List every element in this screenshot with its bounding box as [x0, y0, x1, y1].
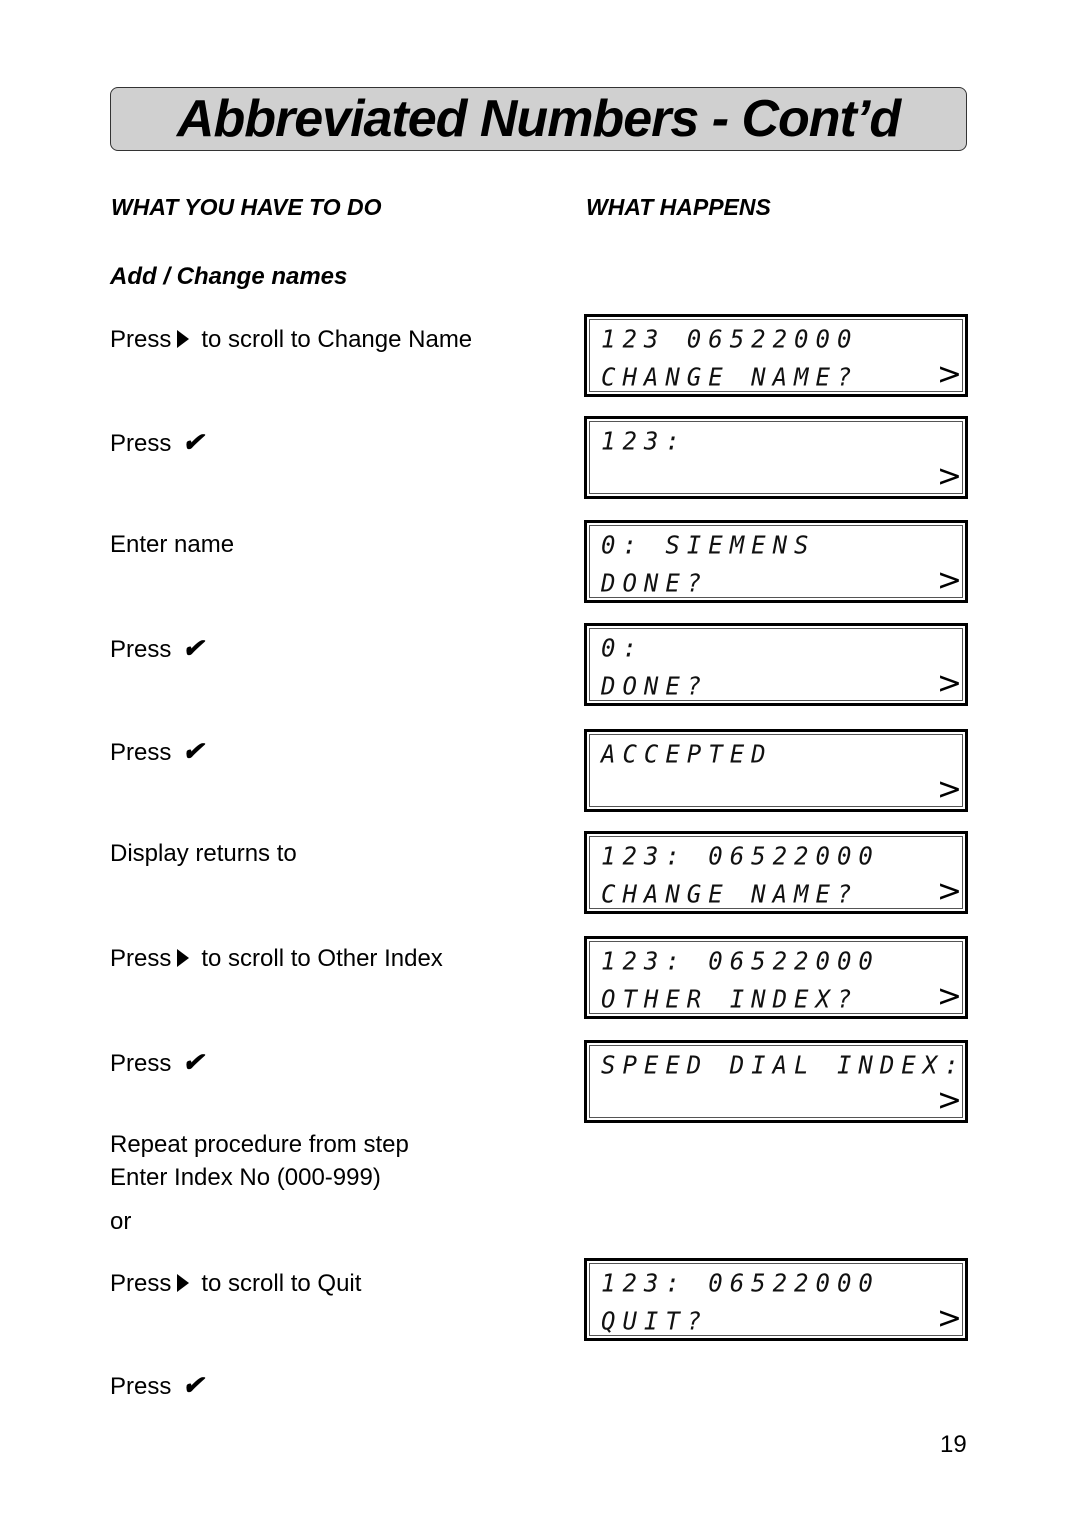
step-press-check: Press ✔ — [110, 1046, 204, 1080]
step-press-check: Press ✔ — [110, 735, 204, 769]
lcd-line-2: OTHER INDEX? — [601, 984, 859, 1014]
lcd-line-1: SPEED DIAL INDEX: — [601, 1050, 966, 1080]
lcd-line-1: 123: 06522000 — [601, 946, 880, 976]
step-display-returns: Display returns to — [110, 837, 297, 870]
lcd-display: 123: 06522000 CHANGE NAME? > — [584, 831, 968, 914]
lcd-line-1: 0: — [601, 633, 644, 663]
page-title-banner: Abbreviated Numbers - Cont’d — [110, 87, 967, 151]
scroll-arrow-icon: > — [936, 666, 962, 701]
right-triangle-icon — [177, 948, 190, 967]
step-text: to scroll to Change Name — [201, 326, 473, 353]
step-text: Press — [110, 945, 172, 972]
check-icon: ✔ — [182, 1047, 204, 1077]
scroll-arrow-icon: > — [936, 563, 962, 598]
lcd-line-2: DONE? — [601, 568, 709, 598]
scroll-arrow-icon: > — [936, 1301, 962, 1336]
check-icon: ✔ — [182, 1370, 204, 1400]
step-enter-name: Enter name — [110, 528, 234, 561]
scroll-arrow-icon: > — [936, 357, 962, 392]
step-text: or — [110, 1208, 132, 1235]
lcd-line-1: 123: 06522000 — [601, 841, 880, 871]
lcd-line-1: ACCEPTED — [601, 739, 773, 769]
lcd-line-2: QUIT? — [601, 1306, 709, 1336]
step-scroll-change-name: Press to scroll to Change Name — [110, 323, 472, 356]
step-text: Repeat procedure from step — [110, 1131, 409, 1158]
step-text: to scroll to Quit — [201, 1270, 362, 1297]
section-heading: Add / Change names — [110, 263, 348, 290]
step-or: or — [110, 1205, 131, 1238]
step-text: Enter name — [110, 531, 235, 558]
check-icon: ✔ — [182, 736, 204, 766]
lcd-display: ACCEPTED > — [584, 729, 968, 812]
step-scroll-quit: Press to scroll to Quit — [110, 1267, 361, 1300]
lcd-line-1: 123: 06522000 — [601, 1268, 880, 1298]
left-column-heading: WHAT YOU HAVE TO DO — [111, 194, 382, 220]
step-text: Press — [110, 326, 172, 353]
step-text: Press — [110, 1050, 172, 1077]
scroll-arrow-icon: > — [936, 979, 962, 1014]
lcd-line-2: DONE? — [601, 671, 709, 701]
lcd-display: 123: 06522000 QUIT? > — [584, 1258, 968, 1341]
lcd-line-2: CHANGE NAME? — [601, 362, 859, 392]
scroll-arrow-icon: > — [936, 772, 962, 807]
step-press-check: Press ✔ — [110, 1369, 204, 1403]
lcd-display: 0: SIEMENS DONE? > — [584, 520, 968, 603]
step-repeat-procedure-line2: Enter Index No (000-999) — [110, 1161, 381, 1194]
step-text: Press — [110, 636, 172, 663]
lcd-display: 0: DONE? > — [584, 623, 968, 706]
step-text: to scroll to Other Index — [201, 945, 443, 972]
right-column-heading: WHAT HAPPENS — [586, 194, 771, 220]
lcd-line-1: 123: — [601, 426, 687, 456]
step-text: Press — [110, 430, 172, 457]
step-text: Press — [110, 1270, 172, 1297]
step-text: Press — [110, 1373, 172, 1400]
lcd-display: 123: 06522000 OTHER INDEX? > — [584, 936, 968, 1019]
scroll-arrow-icon: > — [936, 1083, 962, 1118]
step-press-check: Press ✔ — [110, 426, 204, 460]
right-triangle-icon — [177, 329, 190, 348]
right-triangle-icon — [177, 1273, 190, 1292]
step-text: Enter Index No (000-999) — [110, 1164, 381, 1191]
step-repeat-procedure: Repeat procedure from step — [110, 1128, 409, 1161]
scroll-arrow-icon: > — [936, 874, 962, 909]
step-press-check: Press ✔ — [110, 632, 204, 666]
step-scroll-other-index: Press to scroll to Other Index — [110, 942, 443, 975]
lcd-line-2: CHANGE NAME? — [601, 879, 859, 909]
page-title: Abbreviated Numbers - Cont’d — [176, 90, 901, 148]
lcd-display: SPEED DIAL INDEX: > — [584, 1040, 968, 1123]
lcd-line-1: 123 06522000 — [601, 324, 859, 354]
check-icon: ✔ — [182, 427, 204, 457]
check-icon: ✔ — [182, 633, 204, 663]
lcd-line-1: 0: SIEMENS — [601, 530, 816, 560]
lcd-display: 123 06522000 CHANGE NAME? > — [584, 314, 968, 397]
page-number: 19 — [940, 1431, 967, 1458]
scroll-arrow-icon: > — [936, 459, 962, 494]
step-text: Display returns to — [110, 840, 297, 867]
lcd-display: 123: > — [584, 416, 968, 499]
step-text: Press — [110, 739, 172, 766]
